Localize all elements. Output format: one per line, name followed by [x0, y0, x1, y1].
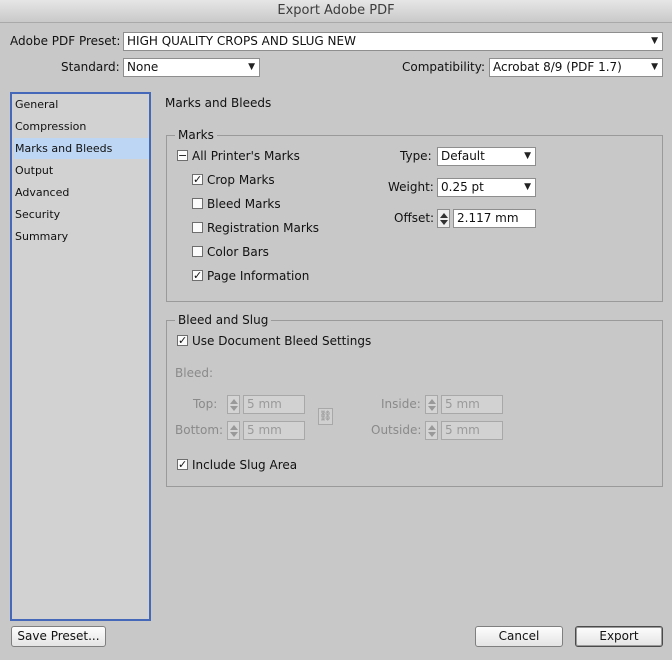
stepper-up-icon: [428, 399, 436, 404]
stepper-up-icon: [428, 425, 436, 430]
color-bars-label: Color Bars: [207, 245, 269, 259]
checkmark-icon: ✓: [178, 334, 188, 347]
checkmark-icon: ✓: [193, 173, 203, 186]
sidebar-item-marks-and-bleeds[interactable]: Marks and Bleeds: [14, 138, 149, 159]
stepper-down-icon: [428, 406, 436, 411]
window-title-bar: Export Adobe PDF: [0, 0, 672, 23]
all-printers-marks-label: All Printer's Marks: [192, 149, 300, 163]
cancel-button[interactable]: Cancel: [475, 626, 563, 647]
preset-label: Adobe PDF Preset:: [10, 34, 121, 48]
bleed-marks-label: Bleed Marks: [207, 197, 281, 211]
page-information-checkbox[interactable]: ✓: [192, 270, 203, 281]
type-value: Default: [441, 149, 485, 163]
include-slug-checkbox[interactable]: ✓: [177, 459, 188, 470]
sidebar-item-summary[interactable]: Summary: [14, 226, 149, 247]
sidebar-item-general[interactable]: General: [14, 94, 149, 115]
export-button[interactable]: Export: [575, 626, 663, 647]
inside-stepper[interactable]: [425, 395, 438, 414]
chain-link-icon[interactable]: ⛓: [318, 408, 333, 425]
checkmark-icon: ✓: [178, 458, 188, 471]
page-information-label: Page Information: [207, 269, 310, 283]
stepper-down-icon: [230, 432, 238, 437]
include-slug-label: Include Slug Area: [192, 458, 298, 472]
stepper-up-icon: [230, 425, 238, 430]
standard-label: Standard:: [61, 60, 120, 74]
weight-value: 0.25 pt: [441, 180, 484, 194]
weight-select[interactable]: 0.25 pt ▼: [437, 178, 536, 197]
checkmark-icon: ✓: [193, 269, 203, 282]
bottom-label: Bottom:: [175, 423, 224, 437]
offset-stepper[interactable]: [437, 209, 450, 228]
window-title: Export Adobe PDF: [277, 3, 395, 18]
outside-stepper[interactable]: [425, 421, 438, 440]
marks-group-title: Marks: [175, 128, 217, 142]
preset-select[interactable]: HIGH QUALITY CROPS AND SLUG NEW ▼: [123, 32, 663, 51]
top-label: Top:: [193, 397, 218, 411]
all-printers-marks-checkbox[interactable]: −: [177, 150, 188, 161]
offset-input[interactable]: 2.117 mm: [453, 209, 536, 228]
top-stepper[interactable]: [227, 395, 240, 414]
stepper-down-icon: [230, 406, 238, 411]
sidebar-item-advanced[interactable]: Advanced: [14, 182, 149, 203]
bleed-marks-checkbox[interactable]: [192, 198, 203, 209]
weight-label: Weight:: [388, 180, 434, 194]
use-doc-bleed-label: Use Document Bleed Settings: [192, 334, 372, 348]
section-title: Marks and Bleeds: [165, 96, 272, 110]
bleed-slug-group-title: Bleed and Slug: [175, 313, 272, 327]
sidebar-item-security[interactable]: Security: [14, 204, 149, 225]
chevron-down-icon: ▼: [651, 36, 658, 46]
preset-value: HIGH QUALITY CROPS AND SLUG NEW: [127, 34, 356, 48]
chevron-down-icon: ▼: [524, 182, 531, 192]
standard-value: None: [127, 60, 159, 74]
color-bars-checkbox[interactable]: [192, 246, 203, 257]
offset-label: Offset:: [394, 211, 435, 225]
type-select[interactable]: Default ▼: [437, 147, 536, 166]
sidebar: General Compression Marks and Bleeds Out…: [10, 92, 151, 621]
crop-marks-label: Crop Marks: [207, 173, 275, 187]
stepper-up-icon: [230, 399, 238, 404]
outside-label: Outside:: [371, 423, 422, 437]
crop-marks-checkbox[interactable]: ✓: [192, 174, 203, 185]
registration-marks-label: Registration Marks: [207, 221, 320, 235]
save-preset-button[interactable]: Save Preset...: [11, 626, 106, 647]
sidebar-item-compression[interactable]: Compression: [14, 116, 149, 137]
inside-input[interactable]: 5 mm: [441, 395, 503, 414]
chevron-down-icon: ▼: [524, 151, 531, 161]
chevron-down-icon: ▼: [651, 62, 658, 72]
bottom-input[interactable]: 5 mm: [243, 421, 305, 440]
bleed-label: Bleed:: [175, 366, 213, 380]
top-input[interactable]: 5 mm: [243, 395, 305, 414]
compatibility-select[interactable]: Acrobat 8/9 (PDF 1.7) ▼: [489, 58, 663, 77]
inside-label: Inside:: [381, 397, 421, 411]
sidebar-item-output[interactable]: Output: [14, 160, 149, 181]
type-label: Type:: [400, 149, 432, 163]
stepper-up-icon: [440, 213, 448, 218]
chevron-down-icon: ▼: [248, 62, 255, 72]
mixed-icon: −: [178, 149, 188, 162]
compatibility-label: Compatibility:: [402, 60, 486, 74]
registration-marks-checkbox[interactable]: [192, 222, 203, 233]
compatibility-value: Acrobat 8/9 (PDF 1.7): [493, 60, 622, 74]
stepper-down-icon: [428, 432, 436, 437]
outside-input[interactable]: 5 mm: [441, 421, 503, 440]
use-doc-bleed-checkbox[interactable]: ✓: [177, 335, 188, 346]
stepper-down-icon: [440, 220, 448, 225]
bottom-stepper[interactable]: [227, 421, 240, 440]
standard-select[interactable]: None ▼: [123, 58, 260, 77]
